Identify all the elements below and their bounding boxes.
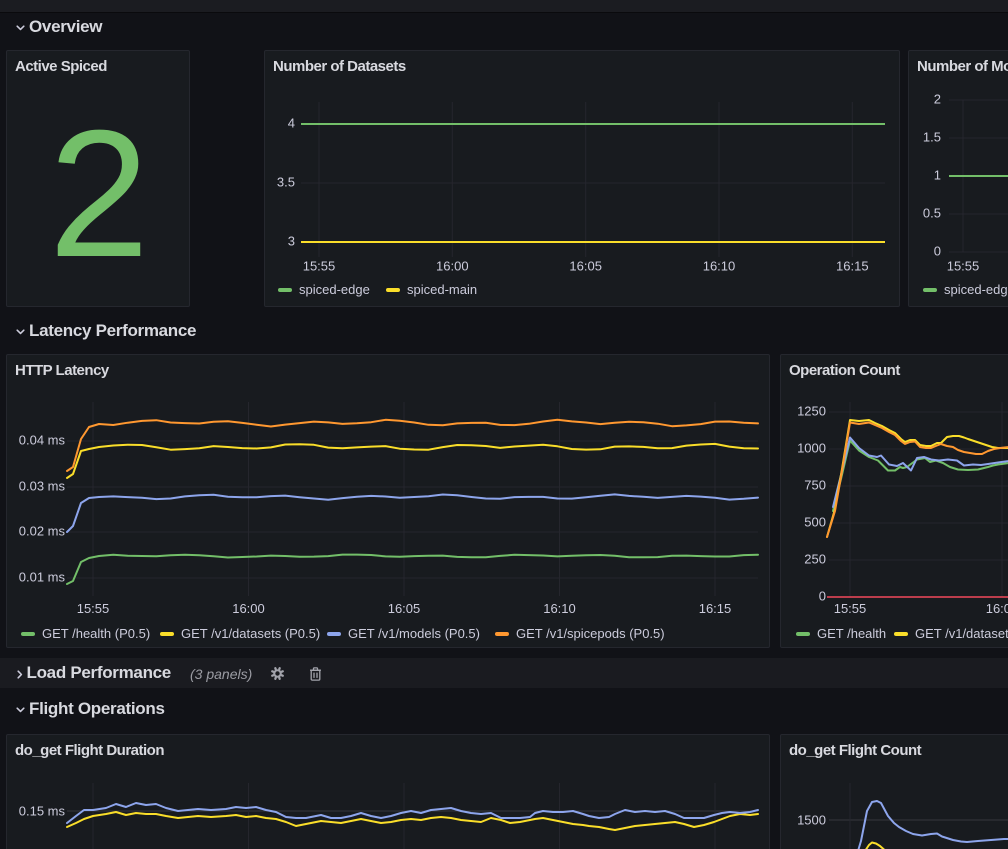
svg-text:1.5: 1.5 xyxy=(923,130,941,145)
svg-text:15:55: 15:55 xyxy=(303,259,336,274)
svg-text:0.5: 0.5 xyxy=(923,206,941,221)
svg-text:500: 500 xyxy=(804,515,826,530)
svg-text:16:15: 16:15 xyxy=(836,259,869,274)
svg-text:1: 1 xyxy=(934,168,941,183)
svg-text:4: 4 xyxy=(288,116,295,131)
svg-text:0: 0 xyxy=(934,244,941,259)
svg-text:1000: 1000 xyxy=(797,441,826,456)
svg-text:0.04 ms: 0.04 ms xyxy=(19,433,66,448)
svg-text:16:00: 16:00 xyxy=(232,601,265,616)
svg-text:16:05: 16:05 xyxy=(388,601,421,616)
svg-text:16:00: 16:00 xyxy=(986,601,1008,616)
svg-text:0.03 ms: 0.03 ms xyxy=(19,479,66,494)
svg-text:1250: 1250 xyxy=(797,404,826,419)
svg-text:0.02 ms: 0.02 ms xyxy=(19,524,66,539)
svg-text:16:00: 16:00 xyxy=(436,259,469,274)
svg-text:15:55: 15:55 xyxy=(77,601,110,616)
svg-text:250: 250 xyxy=(804,552,826,567)
svg-text:15:55: 15:55 xyxy=(834,601,867,616)
svg-text:16:05: 16:05 xyxy=(569,259,602,274)
svg-text:0.01 ms: 0.01 ms xyxy=(19,570,66,585)
svg-text:16:15: 16:15 xyxy=(699,601,732,616)
svg-text:16:10: 16:10 xyxy=(543,601,576,616)
svg-text:16:10: 16:10 xyxy=(703,259,736,274)
svg-text:3: 3 xyxy=(288,234,295,249)
svg-text:2: 2 xyxy=(934,92,941,107)
svg-text:750: 750 xyxy=(804,478,826,493)
svg-text:0: 0 xyxy=(819,589,826,604)
svg-text:15:55: 15:55 xyxy=(947,259,980,274)
svg-text:1500: 1500 xyxy=(797,813,826,828)
svg-text:0.15 ms: 0.15 ms xyxy=(19,804,66,819)
svg-text:3.5: 3.5 xyxy=(277,175,295,190)
